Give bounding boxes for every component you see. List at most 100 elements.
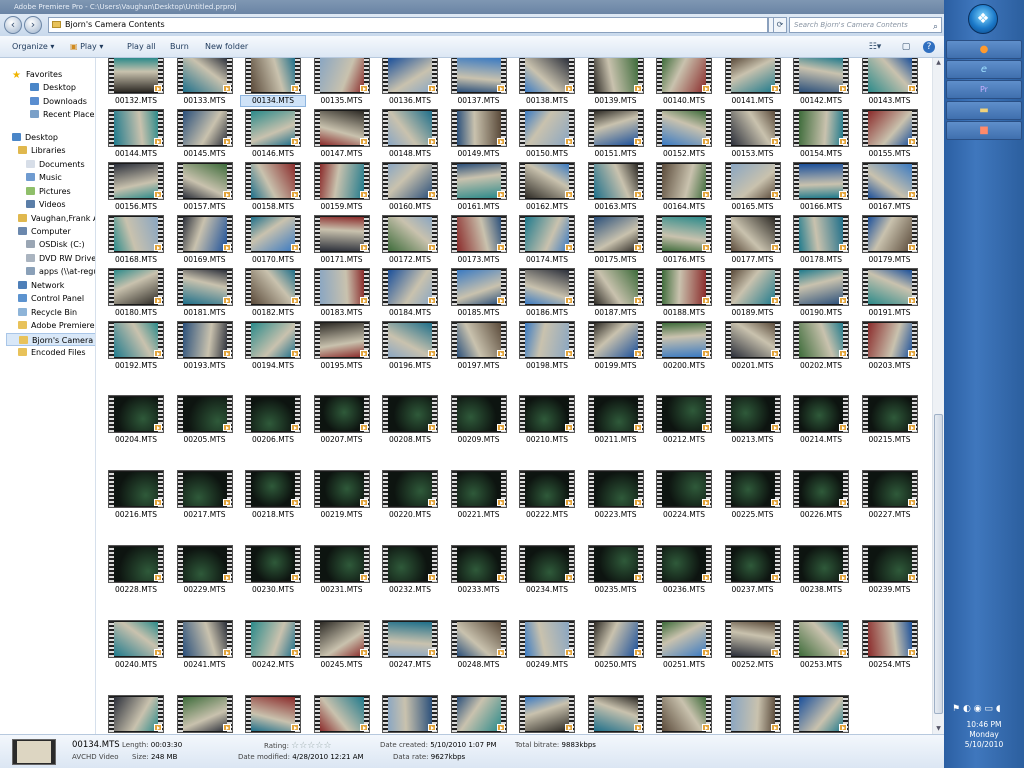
file-tile[interactable]: 00163.MTS (583, 162, 649, 213)
nav-item-music[interactable]: Music (14, 171, 95, 184)
file-tile[interactable]: 00151.MTS (583, 109, 649, 160)
file-tile[interactable]: 00245.MTS (309, 620, 375, 671)
file-tile[interactable]: 00170.MTS (240, 215, 306, 266)
file-tile[interactable]: 00208.MTS (377, 395, 443, 446)
file-tile[interactable]: 00253.MTS (788, 620, 854, 671)
file-tile[interactable]: 00148.MTS (377, 109, 443, 160)
file-tile[interactable]: 00165.MTS (720, 162, 786, 213)
play-all-button[interactable]: Play all (127, 36, 156, 58)
file-tile[interactable]: 00256.MTS (172, 695, 238, 734)
file-tile[interactable]: 00166.MTS (788, 162, 854, 213)
file-tile[interactable]: 00134.MTS (240, 58, 306, 107)
file-tile[interactable]: 00132.MTS (103, 58, 169, 107)
file-tile[interactable]: 00221.MTS (446, 470, 512, 521)
file-tile[interactable]: 00250.MTS (583, 620, 649, 671)
address-bar[interactable]: Bjorn's Camera Contents (48, 17, 768, 33)
back-button[interactable]: ‹ (4, 16, 22, 34)
file-tile[interactable]: 00202.MTS (788, 321, 854, 372)
file-tile[interactable]: 00200.MTS (651, 321, 717, 372)
file-tile[interactable]: 00161.MTS (446, 162, 512, 213)
file-tile[interactable]: 00212.MTS (651, 395, 717, 446)
file-tile[interactable]: 00222.MTS (514, 470, 580, 521)
file-tile[interactable]: 00173.MTS (446, 215, 512, 266)
nav-item-encoded-files[interactable]: Encoded Files (6, 346, 95, 359)
nav-item-documents[interactable]: Documents (14, 158, 95, 171)
file-tile[interactable]: 00242.MTS (240, 620, 306, 671)
view-options-icon[interactable]: ☷▾ (866, 41, 884, 53)
file-tile[interactable]: 00225.MTS (720, 470, 786, 521)
file-tile[interactable]: 00176.MTS (651, 215, 717, 266)
file-tile[interactable]: 00249.MTS (514, 620, 580, 671)
file-tile[interactable]: 00182.MTS (240, 268, 306, 319)
file-tile[interactable]: 00214.MTS (788, 395, 854, 446)
file-tile[interactable]: 00209.MTS (446, 395, 512, 446)
file-tile[interactable]: 00238.MTS (788, 545, 854, 596)
file-tile[interactable]: 00201.MTS (720, 321, 786, 372)
file-tile[interactable]: 00261.MTS (514, 695, 580, 734)
file-tile[interactable]: 00263.MTS (651, 695, 717, 734)
nav-item-apps-at-regul[interactable]: apps (\\at-regul (14, 265, 95, 278)
file-tile[interactable]: 00235.MTS (583, 545, 649, 596)
file-tile[interactable]: 00229.MTS (172, 545, 238, 596)
file-tile[interactable]: 00189.MTS (720, 268, 786, 319)
nav-item-bjorn-s-camera-co[interactable]: Bjorn's Camera Co (6, 332, 95, 346)
nav-item-recent-places[interactable]: Recent Places (18, 108, 95, 121)
file-tile[interactable]: 00262.MTS (583, 695, 649, 734)
taskbar-app-button[interactable]: ■ (946, 121, 1022, 140)
file-tile[interactable]: 00139.MTS (583, 58, 649, 107)
file-tile[interactable]: 00204.MTS (103, 395, 169, 446)
nav-item-control-panel[interactable]: Control Panel (6, 292, 95, 305)
file-tile[interactable]: 00264.MTS (720, 695, 786, 734)
file-tile[interactable]: 00191.MTS (857, 268, 923, 319)
file-tile[interactable]: 00178.MTS (788, 215, 854, 266)
file-tile[interactable]: 00195.MTS (309, 321, 375, 372)
file-tile[interactable]: 00146.MTS (240, 109, 306, 160)
file-tile[interactable]: 00184.MTS (377, 268, 443, 319)
file-tile[interactable]: 00254.MTS (857, 620, 923, 671)
preview-pane-icon[interactable]: ▢ (900, 41, 912, 53)
file-tile[interactable]: 00196.MTS (377, 321, 443, 372)
vertical-scrollbar[interactable]: ▲ ▼ (932, 58, 944, 734)
file-tile[interactable]: 00199.MTS (583, 321, 649, 372)
nav-item-favorites[interactable]: ★ Favorites (0, 68, 95, 81)
nav-item-libraries[interactable]: Libraries (6, 144, 95, 157)
file-tile[interactable]: 00259.MTS (377, 695, 443, 734)
file-tile[interactable]: 00140.MTS (651, 58, 717, 107)
file-tile[interactable]: 00175.MTS (583, 215, 649, 266)
file-tile[interactable]: 00158.MTS (240, 162, 306, 213)
nav-item-network[interactable]: Network (6, 279, 95, 292)
nav-item-desktop[interactable]: Desktop (0, 131, 95, 144)
file-tile[interactable]: 00162.MTS (514, 162, 580, 213)
nav-item-videos[interactable]: Videos (14, 198, 95, 211)
refresh-button[interactable]: ⟳ (773, 17, 787, 33)
file-tile[interactable]: 00152.MTS (651, 109, 717, 160)
file-tile[interactable]: 00181.MTS (172, 268, 238, 319)
file-tile[interactable]: 00220.MTS (377, 470, 443, 521)
file-tile[interactable]: 00257.MTS (240, 695, 306, 734)
taskbar-explorer-button[interactable]: ▬ (946, 101, 1022, 120)
file-tile[interactable]: 00194.MTS (240, 321, 306, 372)
start-button[interactable]: ❖ (968, 4, 998, 34)
nav-item-adobe-premiere-p[interactable]: Adobe Premiere P (6, 319, 95, 332)
help-icon[interactable]: ? (923, 41, 935, 53)
play-button[interactable]: ▣ Play ▾ (70, 36, 103, 58)
new-folder-button[interactable]: New folder (205, 36, 248, 58)
file-tile[interactable]: 00149.MTS (446, 109, 512, 160)
file-tile[interactable]: 00226.MTS (788, 470, 854, 521)
file-tile[interactable]: 00138.MTS (514, 58, 580, 107)
scroll-up-arrow[interactable]: ▲ (934, 58, 943, 68)
burn-button[interactable]: Burn (170, 36, 189, 58)
file-tile[interactable]: 00233.MTS (446, 545, 512, 596)
nav-item-recycle-bin[interactable]: Recycle Bin (6, 306, 95, 319)
file-tile[interactable]: 00167.MTS (857, 162, 923, 213)
nav-item-osdisk-c[interactable]: OSDisk (C:) (14, 238, 95, 251)
tray-volume-icon[interactable]: ◖ (996, 704, 1001, 714)
nav-item-pictures[interactable]: Pictures (14, 185, 95, 198)
file-tile[interactable]: 00172.MTS (377, 215, 443, 266)
file-tile[interactable]: 00237.MTS (720, 545, 786, 596)
file-tile[interactable]: 00248.MTS (446, 620, 512, 671)
taskbar-ie-button[interactable]: e (946, 60, 1022, 79)
file-tile[interactable]: 00240.MTS (103, 620, 169, 671)
file-tile[interactable]: 00150.MTS (514, 109, 580, 160)
file-tile[interactable]: 00168.MTS (103, 215, 169, 266)
